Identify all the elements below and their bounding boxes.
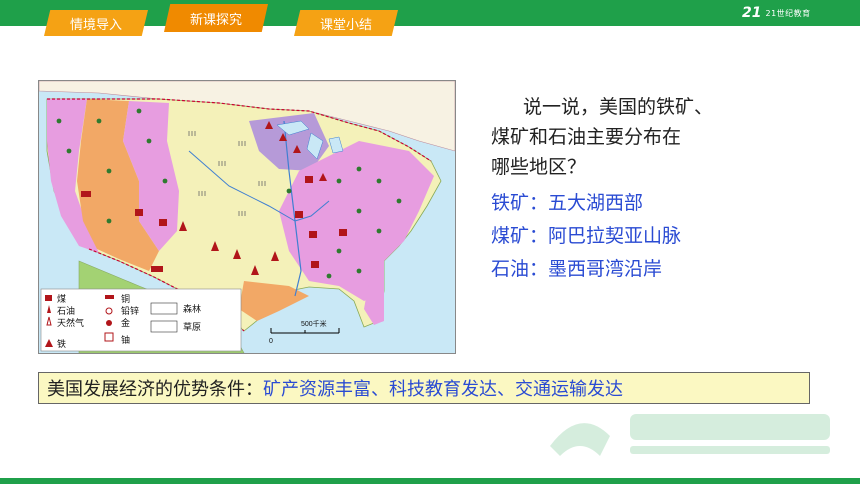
scale-zero: 0 [269,338,273,345]
question-text: 说一说，美国的铁矿、 煤矿和石油主要分布在 哪些地区？ [491,92,761,182]
legend-iron: 铁 [57,338,66,349]
question-line-2: 煤矿和石油主要分布在 [491,126,682,148]
answer-iron: 铁矿：五大湖西部 [491,192,644,214]
question-line-1: 说一说，美国的铁矿、 [523,96,714,118]
legend-grassland: 草原 [183,321,201,332]
legend-forest: 森林 [183,303,201,314]
us-resources-map: 煤 石油 天然气 铁 铜 铅锌 金 铀 森林 草原 0 500千米 [38,80,456,354]
scale-label: 500千米 [301,319,327,328]
brand-logo: 21 21世纪教育 [742,3,834,23]
watermark-logo [550,414,830,456]
question-line-3: 哪些地区？ [491,156,587,178]
legend-uranium: 铀 [121,334,130,345]
legend-lead-zinc: 铅锌 [121,305,139,316]
legend-oil: 石油 [57,305,75,316]
logo-text: 21世纪教育 [765,8,811,18]
tab-explore[interactable]: 新课探究 [164,4,268,32]
logo-mark: 21 [742,5,762,21]
legend-copper: 铜 [121,293,130,304]
tab-summary[interactable]: 课堂小结 [294,10,398,36]
bottom-bar [0,478,860,484]
summary-lead: 美国发展经济的优势条件： [47,379,263,400]
tab-intro[interactable]: 情境导入 [44,10,148,36]
legend-gold: 金 [121,317,130,328]
answer-coal: 煤矿：阿巴拉契亚山脉 [491,225,682,247]
legend-gas: 天然气 [57,317,84,328]
answer-oil: 石油：墨西哥湾沿岸 [491,258,663,280]
legend-coal: 煤 [57,293,66,304]
